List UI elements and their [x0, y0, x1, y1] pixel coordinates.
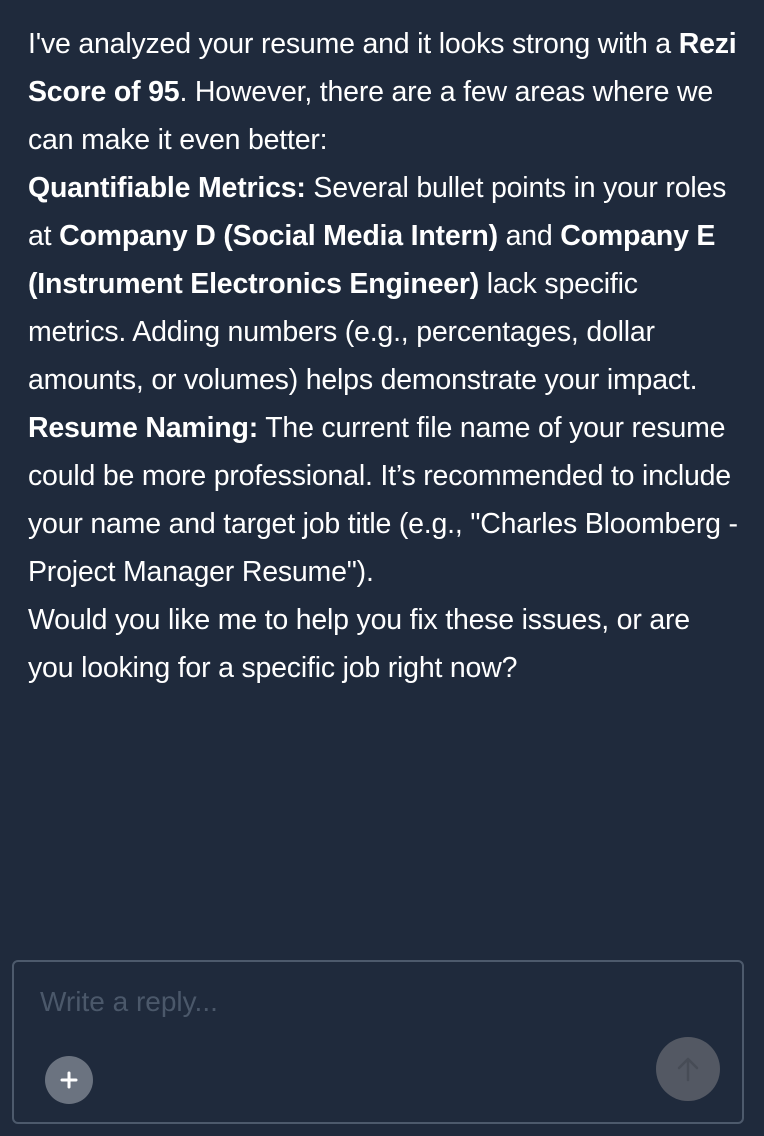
metrics-text-2: and [497, 220, 561, 252]
intro-paragraph: I've analyzed your resume and it looks s… [28, 20, 738, 164]
closing-paragraph: Would you like me to help you fix these … [28, 604, 690, 684]
naming-heading: Resume Naming: [28, 412, 259, 444]
company-d-highlight: Company D (Social Media Intern) [59, 220, 498, 252]
naming-paragraph: Resume Naming: The current file name of … [28, 404, 738, 596]
send-button[interactable] [656, 1037, 720, 1101]
add-attachment-button[interactable] [45, 1056, 93, 1104]
assistant-message: I've analyzed your resume and it looks s… [28, 20, 738, 692]
metrics-heading: Quantifiable Metrics: [28, 172, 306, 204]
arrow-up-icon [677, 1057, 699, 1082]
plus-icon [60, 1071, 78, 1089]
metrics-paragraph: Quantifiable Metrics: Several bullet poi… [28, 164, 738, 404]
reply-composer [12, 960, 744, 1124]
reply-input[interactable] [40, 980, 640, 1024]
intro-text-1: I've analyzed your resume and it looks s… [28, 28, 679, 60]
